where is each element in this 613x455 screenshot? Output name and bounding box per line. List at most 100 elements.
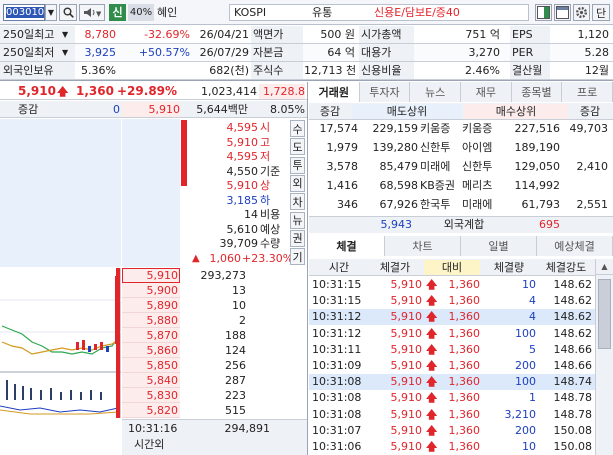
settings-button[interactable] bbox=[573, 4, 590, 21]
broker-buy-name: 키움증 bbox=[462, 122, 493, 135]
trade-strength: 150.08 bbox=[553, 423, 593, 437]
trade-change: 1,360 bbox=[448, 310, 481, 324]
volume-ratio: 1,728.8 bbox=[259, 84, 305, 99]
bid-price: 5,880 bbox=[146, 314, 179, 327]
broker-tabs: 거래원 투자자 뉴스 재무 종목별 프로 bbox=[309, 82, 613, 102]
summary-value: 4,595 bbox=[226, 121, 259, 134]
trade-strength: 148.62 bbox=[553, 278, 593, 291]
up-arrow-icon: 🡅 bbox=[426, 310, 438, 324]
summary-key: 상 bbox=[260, 179, 271, 192]
broker-sell-change: 1,979 bbox=[326, 141, 359, 154]
up-arrow-icon: 🡅 bbox=[426, 407, 438, 421]
up-arrow-icon: 🡅 bbox=[426, 278, 438, 291]
summary-value: 5,910 bbox=[226, 135, 259, 149]
info-k2: 신용비율 bbox=[361, 64, 402, 77]
trade-price: 5,910 bbox=[390, 375, 423, 389]
tab-5[interactable]: 프로 bbox=[562, 82, 613, 102]
info-v1: 500 원 bbox=[320, 28, 355, 41]
side-button-1[interactable]: 도 bbox=[290, 138, 305, 156]
broker-buy-name: 메리츠 bbox=[462, 179, 493, 192]
info-row-pct: -32.69% bbox=[144, 28, 190, 41]
trade-price: 5,910 bbox=[390, 310, 423, 324]
trade-price: 5,910 bbox=[390, 294, 423, 308]
info-k1: 액면가 bbox=[253, 28, 284, 41]
tab-0[interactable]: 거래원 bbox=[309, 82, 360, 102]
trade-tab-3[interactable]: 예상체결 bbox=[537, 236, 613, 256]
scroll-up-icon[interactable]: ▲ bbox=[596, 259, 613, 275]
stock-code-input[interactable]: 003010 bbox=[3, 4, 45, 21]
info-v3: 5.28 bbox=[584, 46, 610, 59]
bid-qty: 2 bbox=[239, 314, 246, 327]
summary-value: 1,060 bbox=[209, 251, 242, 265]
side-button-6[interactable]: 권 bbox=[290, 229, 305, 247]
window-button[interactable] bbox=[554, 4, 571, 21]
trade-time: 10:31:11 bbox=[312, 342, 362, 356]
side-button-4[interactable]: 차 bbox=[290, 193, 305, 211]
broker-sell-name: 신한투 bbox=[420, 141, 451, 154]
summary-key: 고 bbox=[260, 135, 271, 149]
trade-scrollbar[interactable]: ▲ bbox=[595, 259, 613, 455]
tab-3[interactable]: 재무 bbox=[461, 82, 512, 102]
info-v1: 64 억 bbox=[327, 46, 355, 59]
trade-strength: 148.62 bbox=[553, 294, 593, 308]
side-button-0[interactable]: 수 bbox=[290, 120, 305, 137]
info-v2: 751 억 bbox=[465, 28, 500, 41]
broker-sell-qty: 67,926 bbox=[379, 198, 419, 211]
bid-price: 5,850 bbox=[146, 359, 179, 372]
summary-value: 4,595 bbox=[226, 150, 259, 163]
foreign-buy: 695 bbox=[539, 218, 560, 231]
broker-buy-name: 신한투 bbox=[462, 160, 493, 173]
summary-value: 4,550 bbox=[226, 164, 259, 178]
summary-key: 기준 bbox=[260, 164, 281, 178]
trade-change: 1,360 bbox=[448, 278, 481, 291]
summary-value: 14 bbox=[244, 208, 258, 221]
current-price: 5,910 bbox=[18, 84, 56, 98]
single-button[interactable]: 단 bbox=[592, 4, 610, 21]
code-dropdown-button[interactable]: ▼ bbox=[45, 4, 57, 21]
dropdown-arrow-icon[interactable]: ▼ bbox=[62, 27, 68, 42]
tab-1[interactable]: 투자자 bbox=[359, 82, 411, 102]
stock-name: 혜인 bbox=[157, 6, 178, 19]
book-header-amount: 5,644백만 bbox=[196, 103, 248, 116]
summary-value: 5,610 bbox=[226, 222, 259, 236]
speaker-icon: ▼ bbox=[84, 8, 101, 18]
side-button-3[interactable]: 외 bbox=[290, 174, 305, 192]
trade-header-change: 대비 bbox=[424, 260, 480, 275]
trade-tab-1[interactable]: 차트 bbox=[385, 236, 461, 256]
side-button-5[interactable]: 뉴 bbox=[290, 211, 305, 229]
trade-tabs: 체결 차트 일별 예상체결 bbox=[309, 236, 613, 256]
trade-time: 10:31:07 bbox=[312, 423, 362, 437]
up-arrow-icon: 🡅 bbox=[426, 375, 438, 389]
market-label: KOSPI bbox=[234, 6, 267, 19]
search-button[interactable] bbox=[59, 4, 77, 21]
tab-4[interactable]: 종목별 bbox=[511, 82, 563, 102]
side-button-7[interactable]: 기 bbox=[290, 248, 305, 266]
bid-price: 5,900 bbox=[146, 284, 179, 297]
trade-tab-2[interactable]: 일별 bbox=[461, 236, 537, 256]
broker-sell-qty: 68,598 bbox=[379, 179, 419, 192]
broker-header-c4: 증감 bbox=[579, 105, 601, 118]
info-k1: 자본금 bbox=[253, 46, 284, 59]
trade-change: 1,360 bbox=[448, 375, 481, 389]
broker-buy-qty: 189,190 bbox=[514, 141, 561, 154]
broker-sell-qty: 229,159 bbox=[372, 122, 419, 135]
layout-button[interactable] bbox=[535, 4, 552, 21]
trade-tab-0[interactable]: 체결 bbox=[309, 236, 385, 256]
side-button-2[interactable]: 투 bbox=[290, 156, 305, 174]
tab-2[interactable]: 뉴스 bbox=[410, 82, 461, 102]
dropdown-arrow-icon[interactable]: ▼ bbox=[62, 45, 68, 60]
scroll-thumb[interactable] bbox=[598, 279, 611, 349]
summary-key: +23.30% bbox=[242, 251, 294, 265]
trade-time: 10:31:08 bbox=[312, 391, 362, 405]
window-icon bbox=[556, 6, 569, 19]
trade-change: 1,360 bbox=[448, 423, 481, 437]
broker-buy-change: 49,703 bbox=[569, 122, 609, 135]
info-row-pct: +50.57% bbox=[138, 46, 190, 59]
broker-header-c2: 매도상위 bbox=[352, 104, 462, 119]
sector-label: 유통 bbox=[312, 6, 333, 19]
trade-strength: 148.74 bbox=[553, 375, 593, 389]
credit-flags: 신용E/담보E/증40 bbox=[374, 6, 460, 19]
sound-button[interactable]: ▼ bbox=[79, 4, 105, 21]
info-k2: 시가총액 bbox=[361, 28, 402, 41]
trade-time: 10:31:12 bbox=[312, 310, 362, 324]
